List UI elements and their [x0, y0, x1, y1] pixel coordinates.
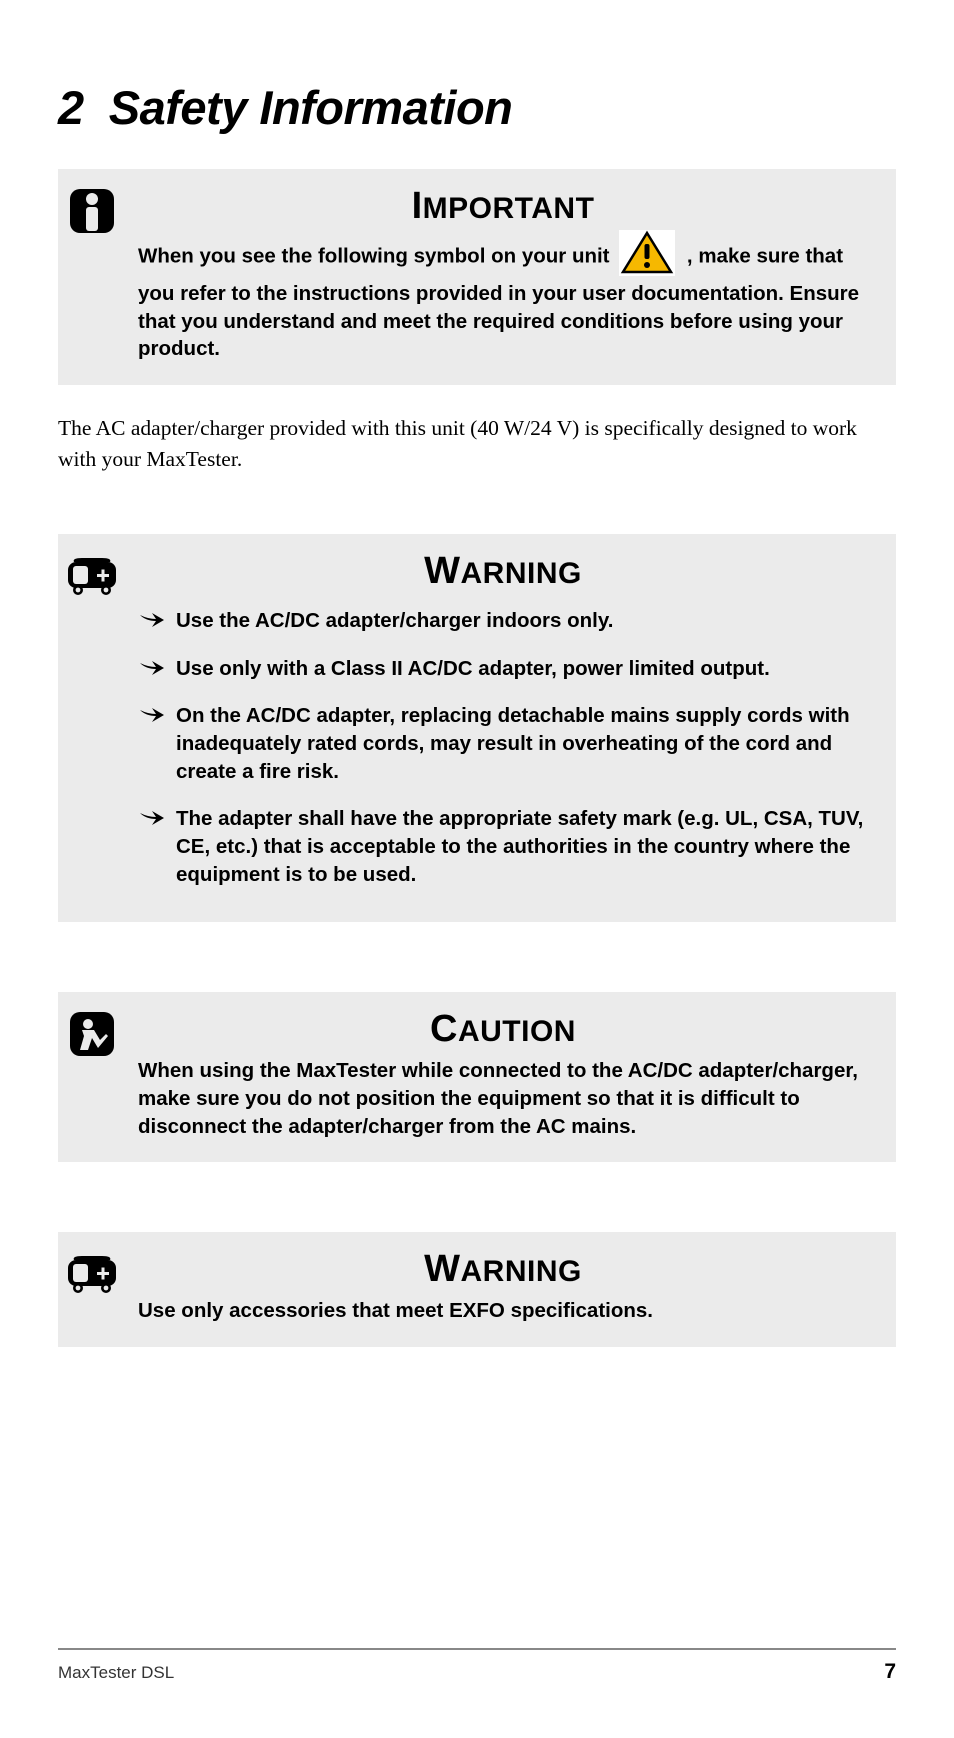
warning-item-text: The adapter shall have the appropriate s…: [176, 807, 863, 885]
warning-list: Use the AC/DC adapter/charger indoors on…: [138, 607, 868, 888]
important-heading: IMPORTANT: [138, 185, 868, 228]
warning-item-text: Use only with a Class II AC/DC adapter, …: [176, 657, 770, 680]
caution-icon: [64, 1006, 120, 1062]
warning-item-text: Use the AC/DC adapter/charger indoors on…: [176, 609, 613, 632]
ambulance-icon: [64, 548, 120, 604]
ambulance-icon: [64, 1246, 120, 1302]
warning-heading-1: WARNING: [138, 550, 868, 593]
warning-list-item: The adapter shall have the appropriate s…: [138, 805, 868, 888]
warning-item-text: On the AC/DC adapter, replacing detachab…: [176, 704, 850, 782]
footer-page-number: 7: [884, 1660, 896, 1684]
arrow-bullet-icon: [138, 704, 166, 724]
warning-callout-1: WARNING Use the AC/DC adapter/charger in…: [58, 534, 896, 922]
arrow-bullet-icon: [138, 807, 166, 827]
document-page: 2 Safety Information IMPORTANT When you …: [0, 0, 954, 1738]
chapter-title: 2 Safety Information: [58, 80, 896, 135]
warning-list-item: Use the AC/DC adapter/charger indoors on…: [138, 607, 868, 635]
warning-triangle-icon: [619, 230, 675, 276]
caution-callout: CAUTION When using the MaxTester while c…: [58, 992, 896, 1162]
page-footer: MaxTester DSL 7: [58, 1648, 896, 1684]
arrow-bullet-icon: [138, 609, 166, 629]
important-icon: [64, 183, 120, 239]
footer-doc-name: MaxTester DSL: [58, 1663, 174, 1683]
important-heading-rest: MPORTANT: [423, 192, 595, 225]
chapter-title-text: Safety Information: [109, 81, 513, 134]
warning-list-item: On the AC/DC adapter, replacing detachab…: [138, 702, 868, 785]
chapter-number: 2: [58, 81, 84, 134]
caution-heading: CAUTION: [138, 1008, 868, 1051]
important-callout: IMPORTANT When you see the following sym…: [58, 169, 896, 385]
important-text-before: When you see the following symbol on you…: [138, 244, 610, 267]
important-body: When you see the following symbol on you…: [138, 234, 868, 363]
warning-list-item: Use only with a Class II AC/DC adapter, …: [138, 655, 868, 683]
arrow-bullet-icon: [138, 657, 166, 677]
body-paragraph: The AC adapter/charger provided with thi…: [58, 413, 896, 474]
warning-heading-2: WARNING: [138, 1248, 868, 1291]
warning-callout-2: WARNING Use only accessories that meet E…: [58, 1232, 896, 1347]
warning-body-2: Use only accessories that meet EXFO spec…: [138, 1297, 868, 1325]
caution-body: When using the MaxTester while connected…: [138, 1057, 868, 1140]
